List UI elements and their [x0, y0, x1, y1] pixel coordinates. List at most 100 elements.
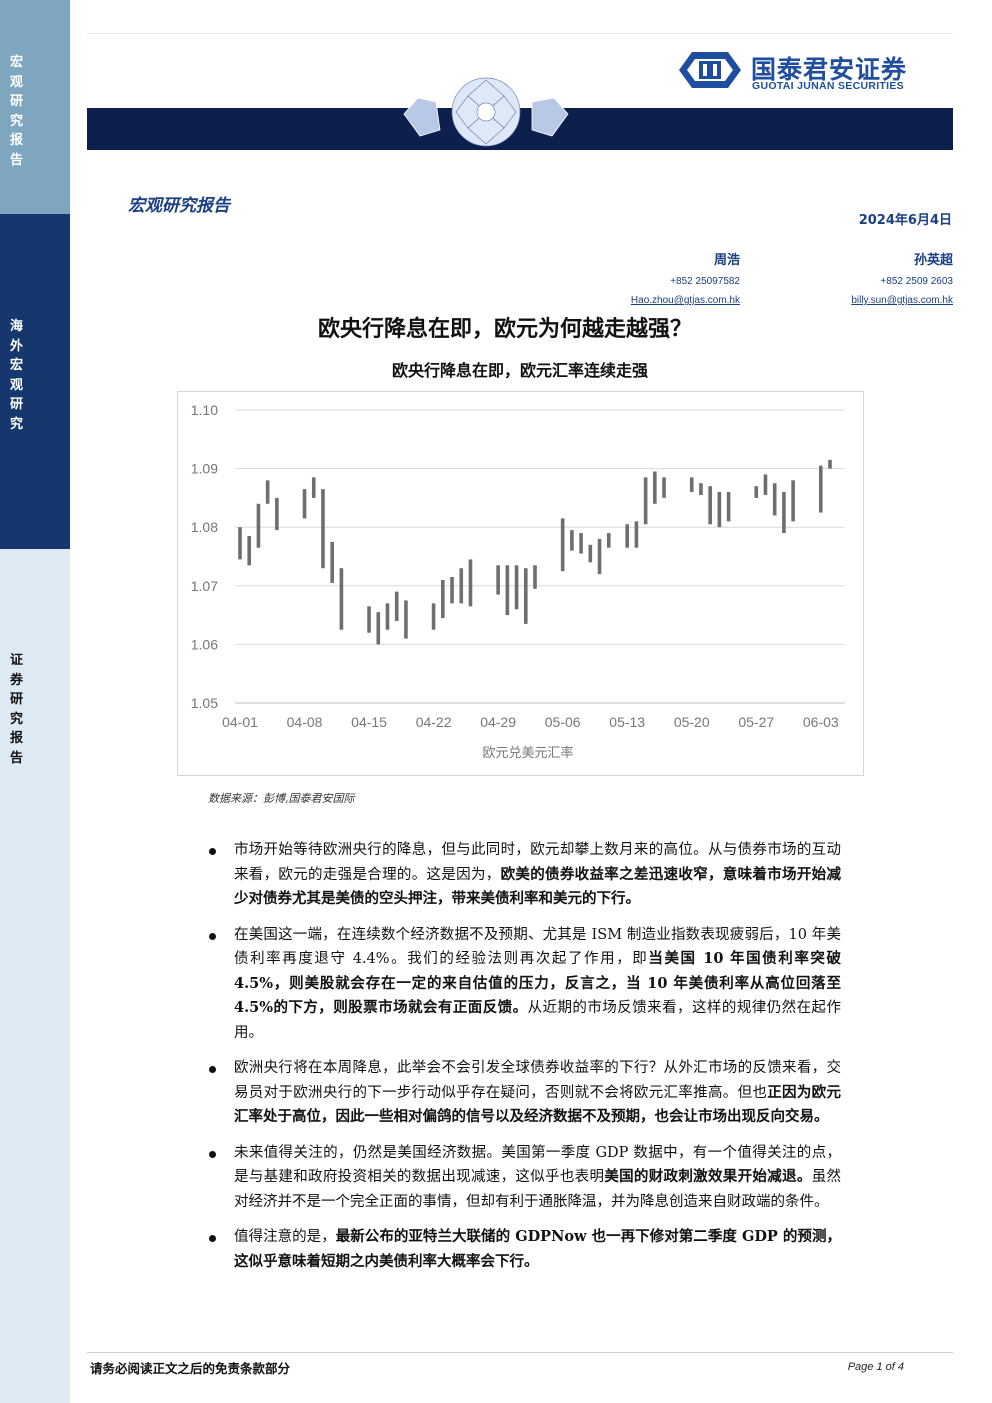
- sidebar-label: 证券研究报告: [10, 653, 24, 766]
- range-bar: [570, 530, 574, 551]
- range-bar: [782, 492, 786, 534]
- chart-title: 欧央行降息在即，欧元汇率连续走强: [391, 361, 648, 380]
- x-tick-label: 04-01: [222, 714, 258, 730]
- range-bar: [265, 480, 270, 504]
- range-bar: [588, 544, 593, 563]
- x-tick-label: 04-22: [416, 714, 452, 730]
- sidebar-section-securities: 证券研究报告: [0, 549, 70, 1403]
- range-bar: [514, 565, 519, 610]
- bullet-paragraph: 值得注意的是，最新公布的亚特兰大联储的 GDPNow 也一再下修对第二季度 GD…: [209, 1225, 841, 1274]
- x-tick-label: 05-27: [738, 714, 774, 730]
- y-tick-label: 1.08: [191, 519, 218, 535]
- left-sidebar: 宏观研究报告 海外宏观研究 证券研究报告: [0, 0, 70, 1403]
- y-tick-label: 1.07: [191, 578, 218, 594]
- range-bar: [275, 497, 279, 531]
- range-bar: [505, 565, 510, 616]
- range-bar: [708, 486, 712, 525]
- bullet-dot-icon: [209, 1150, 216, 1158]
- x-tick-label: 05-20: [674, 714, 710, 730]
- range-bar: [496, 565, 500, 595]
- author-name: 周浩: [713, 253, 740, 268]
- bullet-emphasis-text: 美国的财政刺激效果开始减退。: [604, 1168, 812, 1185]
- range-bar: [404, 600, 408, 639]
- x-tick-label: 05-06: [545, 714, 581, 730]
- range-bar: [662, 477, 666, 498]
- footer-rule: [87, 1352, 953, 1353]
- range-bar: [431, 603, 436, 630]
- range-bar: [450, 577, 454, 604]
- chart-container: 1.10 1.09 1.08 1.07 1.06 1.05 04-01 04-08 04-15 0…: [177, 391, 864, 776]
- bullet-paragraph: 欧洲央行将在本周降息，此举会不会引发全球债券收益率的下行？从外汇市场的反馈来看，…: [209, 1056, 841, 1130]
- key-points-list: 市场开始等待欧洲央行的降息，但与此同时，欧元却攀上数月来的高位。从与债券市场的互…: [209, 838, 841, 1285]
- range-bar: [523, 568, 528, 624]
- range-bar: [653, 471, 657, 504]
- author-card: 周浩 +852 25097582 Hao.zhou@gtjas.com.hk: [631, 249, 740, 306]
- author-card: 孙英超 +852 2509 2603 billy.sun@gtjas.com.h…: [851, 249, 953, 306]
- sidebar-section-category: 海外宏观研究: [0, 214, 70, 549]
- bullet-dot-icon: [209, 848, 216, 855]
- range-bar: [597, 538, 602, 575]
- disclaimer-notice: 请务必阅读正文之后的免责条款部分: [90, 1361, 291, 1376]
- range-bar: [754, 486, 759, 498]
- x-tick-label: 04-15: [351, 714, 387, 730]
- diamond-banner-image: [403, 77, 569, 147]
- range-bar: [247, 535, 252, 566]
- bullet-dot-icon: [209, 932, 216, 940]
- bullet-paragraph: 市场开始等待欧洲央行的降息，但与此同时，欧元却攀上数月来的高位。从与债券市场的互…: [209, 838, 841, 912]
- x-tick-label: 04-08: [287, 714, 323, 730]
- report-title: 欧央行降息在即，欧元为何越走越强？: [317, 316, 692, 342]
- report-date: 2024年6月4日: [858, 213, 952, 228]
- range-bar: [394, 591, 399, 621]
- y-tick-label: 1.09: [191, 461, 218, 477]
- author-name: 孙英超: [913, 253, 953, 268]
- header-rule: [87, 33, 953, 34]
- author-email-link[interactable]: billy.sun@gtjas.com.hk: [851, 295, 953, 306]
- range-bar: [818, 465, 823, 513]
- x-tick-label: 06-03: [803, 714, 839, 730]
- data-source: 数据来源：彭博,国泰君安国际: [208, 792, 355, 805]
- range-bar: [376, 612, 381, 645]
- range-bar: [560, 518, 565, 572]
- eurusd-chart: 1.10 1.09 1.08 1.07 1.06 1.0504-01 04-08 04-15 0…: [191, 402, 845, 761]
- y-tick-label: 1.10: [191, 402, 218, 418]
- y-tick-label: 1.06: [191, 636, 218, 652]
- logo-english-name: GUOTAI JUNAN SECURITIES: [752, 80, 904, 92]
- x-tick-label: 05-13: [609, 714, 645, 730]
- bullet-text: 值得注意的是，: [234, 1229, 336, 1245]
- range-bar: [367, 606, 371, 633]
- range-bar: [468, 559, 473, 607]
- range-bar: [533, 565, 537, 589]
- range-bar: [772, 483, 777, 516]
- author-phone: +852 25097582: [670, 276, 740, 287]
- range-bar: [321, 489, 325, 569]
- range-bar: [699, 483, 703, 495]
- range-bar: [763, 474, 768, 495]
- bullet-paragraph: 未来值得关注的，仍然是美国经济数据。美国第一季度 GDP 数据中，有一个值得关注…: [209, 1141, 841, 1215]
- x-tick-label: 04-29: [480, 714, 516, 730]
- range-bar: [717, 492, 722, 528]
- x-axis-label: 欧元兑美元汇率: [482, 745, 573, 761]
- range-bar: [606, 533, 611, 548]
- company-logo: 国泰君安证券 GUOTAI JUNAN SECURITIES: [675, 48, 957, 94]
- y-tick-label: 1.05: [191, 695, 218, 711]
- range-bar: [311, 477, 316, 498]
- range-bar: [791, 480, 795, 522]
- range-bar: [385, 603, 390, 630]
- range-bar: [689, 477, 694, 493]
- author-email-link[interactable]: Hao.zhou@gtjas.com.hk: [631, 295, 740, 306]
- sidebar-label: 宏观研究报告: [10, 55, 24, 168]
- bullet-paragraph: 在美国这一端，在连续数个经济数据不及预期、尤其是 ISM 制造业指数表现疲弱后，…: [209, 923, 841, 1046]
- range-bar: [828, 459, 832, 469]
- range-bar: [459, 568, 464, 604]
- author-phone: +852 2509 2603: [880, 276, 953, 287]
- report-type-label: 宏观研究报告: [128, 196, 230, 216]
- bullet-dot-icon: [209, 1066, 216, 1073]
- range-bar: [643, 477, 648, 525]
- range-bar: [625, 524, 629, 548]
- bullet-text: 欧洲央行将在本周降息，此举会不会引发全球债券收益率的下行？从外汇市场的反馈来看，…: [234, 1060, 841, 1101]
- range-bar: [634, 521, 639, 548]
- page-number: Page 1 of 4: [847, 1361, 904, 1373]
- range-bar: [579, 533, 583, 554]
- range-bar: [302, 489, 307, 519]
- bullet-dot-icon: [209, 1235, 216, 1242]
